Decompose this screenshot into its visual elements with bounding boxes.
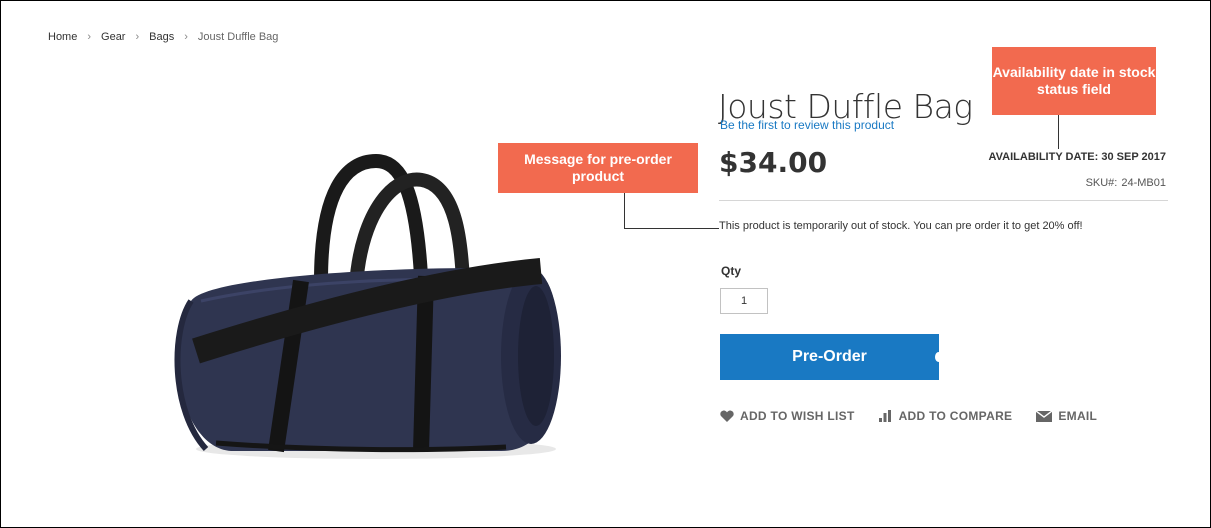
product-price: $34.00 bbox=[719, 146, 828, 179]
review-link[interactable]: Be the first to review this product bbox=[720, 118, 894, 132]
breadcrumb-current: Joust Duffle Bag bbox=[197, 31, 279, 43]
preorder-button[interactable]: Pre-Order bbox=[720, 334, 942, 380]
breadcrumb-gear[interactable]: Gear bbox=[101, 31, 125, 43]
product-actions: ADD TO WISH LIST ADD TO COMPARE EMAIL bbox=[720, 409, 1121, 423]
availability-date: AVAILABILITY DATE: 30 SEP 2017 bbox=[988, 151, 1166, 163]
breadcrumb-bags[interactable]: Bags bbox=[149, 31, 174, 43]
divider bbox=[719, 200, 1168, 201]
email-label: EMAIL bbox=[1058, 409, 1098, 423]
compare-chart-icon bbox=[878, 410, 893, 422]
add-to-wishlist-label: ADD TO WISH LIST bbox=[740, 409, 855, 423]
breadcrumb-separator: › bbox=[135, 31, 140, 43]
add-to-wishlist-link[interactable]: ADD TO WISH LIST bbox=[720, 409, 855, 423]
page-frame: Home › Gear › Bags › Joust Duffle Bag Jo… bbox=[0, 0, 1211, 528]
breadcrumb-home[interactable]: Home bbox=[48, 31, 77, 43]
preorder-callout-leader bbox=[624, 228, 719, 229]
preorder-button-label: Pre-Order bbox=[792, 348, 867, 365]
duffle-bag-image bbox=[174, 153, 561, 459]
heart-icon bbox=[720, 410, 734, 422]
preorder-message-callout: Message for pre-order product bbox=[498, 143, 698, 193]
availability-callout-leader bbox=[1058, 115, 1059, 149]
preorder-message: This product is temporarily out of stock… bbox=[719, 220, 1083, 232]
qty-input[interactable] bbox=[720, 288, 768, 314]
envelope-icon bbox=[1036, 410, 1053, 422]
breadcrumb-separator: › bbox=[184, 31, 188, 43]
product-image[interactable] bbox=[171, 151, 571, 471]
sku-label: SKU#: bbox=[1085, 177, 1118, 189]
preorder-callout-leader bbox=[624, 193, 625, 229]
cursor-indicator bbox=[935, 352, 942, 362]
breadcrumb: Home › Gear › Bags › Joust Duffle Bag bbox=[48, 31, 278, 43]
add-to-compare-link[interactable]: ADD TO COMPARE bbox=[878, 409, 1013, 423]
add-to-compare-label: ADD TO COMPARE bbox=[898, 409, 1013, 423]
availability-date-callout: Availability date in stock status field bbox=[992, 47, 1156, 115]
breadcrumb-separator: › bbox=[87, 31, 92, 43]
sku-value: 24-MB01 bbox=[1121, 177, 1166, 189]
email-link[interactable]: EMAIL bbox=[1036, 409, 1097, 423]
sku: SKU#: 24-MB01 bbox=[1086, 177, 1166, 189]
qty-label: Qty bbox=[721, 264, 742, 278]
